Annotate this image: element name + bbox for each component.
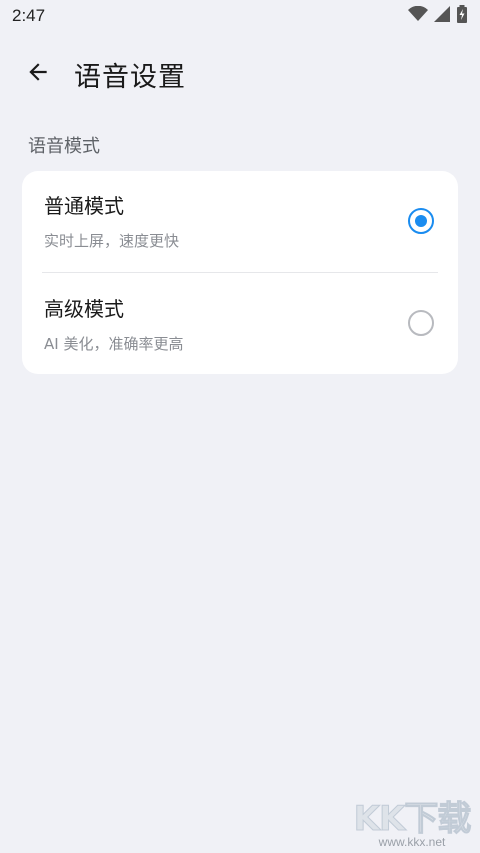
- page-title: 语音设置: [74, 61, 186, 93]
- arrow-left-icon: [25, 59, 51, 89]
- option-normal-mode[interactable]: 普通模式 实时上屏，速度更快: [22, 171, 458, 272]
- option-title: 高级模式: [44, 297, 124, 321]
- section-header: 语音模式: [28, 136, 100, 157]
- radio-normal-mode[interactable]: [408, 208, 434, 234]
- option-title: 普通模式: [44, 194, 124, 218]
- voice-mode-card: 普通模式 实时上屏，速度更快 高级模式 AI 美化，准确率更高: [22, 171, 458, 374]
- option-advanced-mode[interactable]: 高级模式 AI 美化，准确率更高: [22, 273, 458, 374]
- watermark-url: www.kkx.net: [378, 835, 446, 849]
- option-subtitle: 实时上屏，速度更快: [44, 232, 180, 250]
- status-time: 2:47: [12, 6, 46, 25]
- option-subtitle: AI 美化，准确率更高: [44, 335, 184, 353]
- back-button[interactable]: [10, 48, 66, 100]
- watermark: KK下载 www.kkx.net: [352, 799, 472, 849]
- watermark-logo: KK下载: [353, 799, 472, 839]
- radio-selected-dot: [415, 215, 427, 227]
- status-icons: [408, 5, 468, 27]
- radio-advanced-mode[interactable]: [408, 310, 434, 336]
- battery-charging-icon: [456, 5, 468, 27]
- cellular-signal-icon: [434, 6, 450, 26]
- app-bar: 语音设置: [0, 48, 480, 100]
- wifi-icon: [408, 5, 428, 26]
- status-bar: 2:47: [0, 0, 480, 32]
